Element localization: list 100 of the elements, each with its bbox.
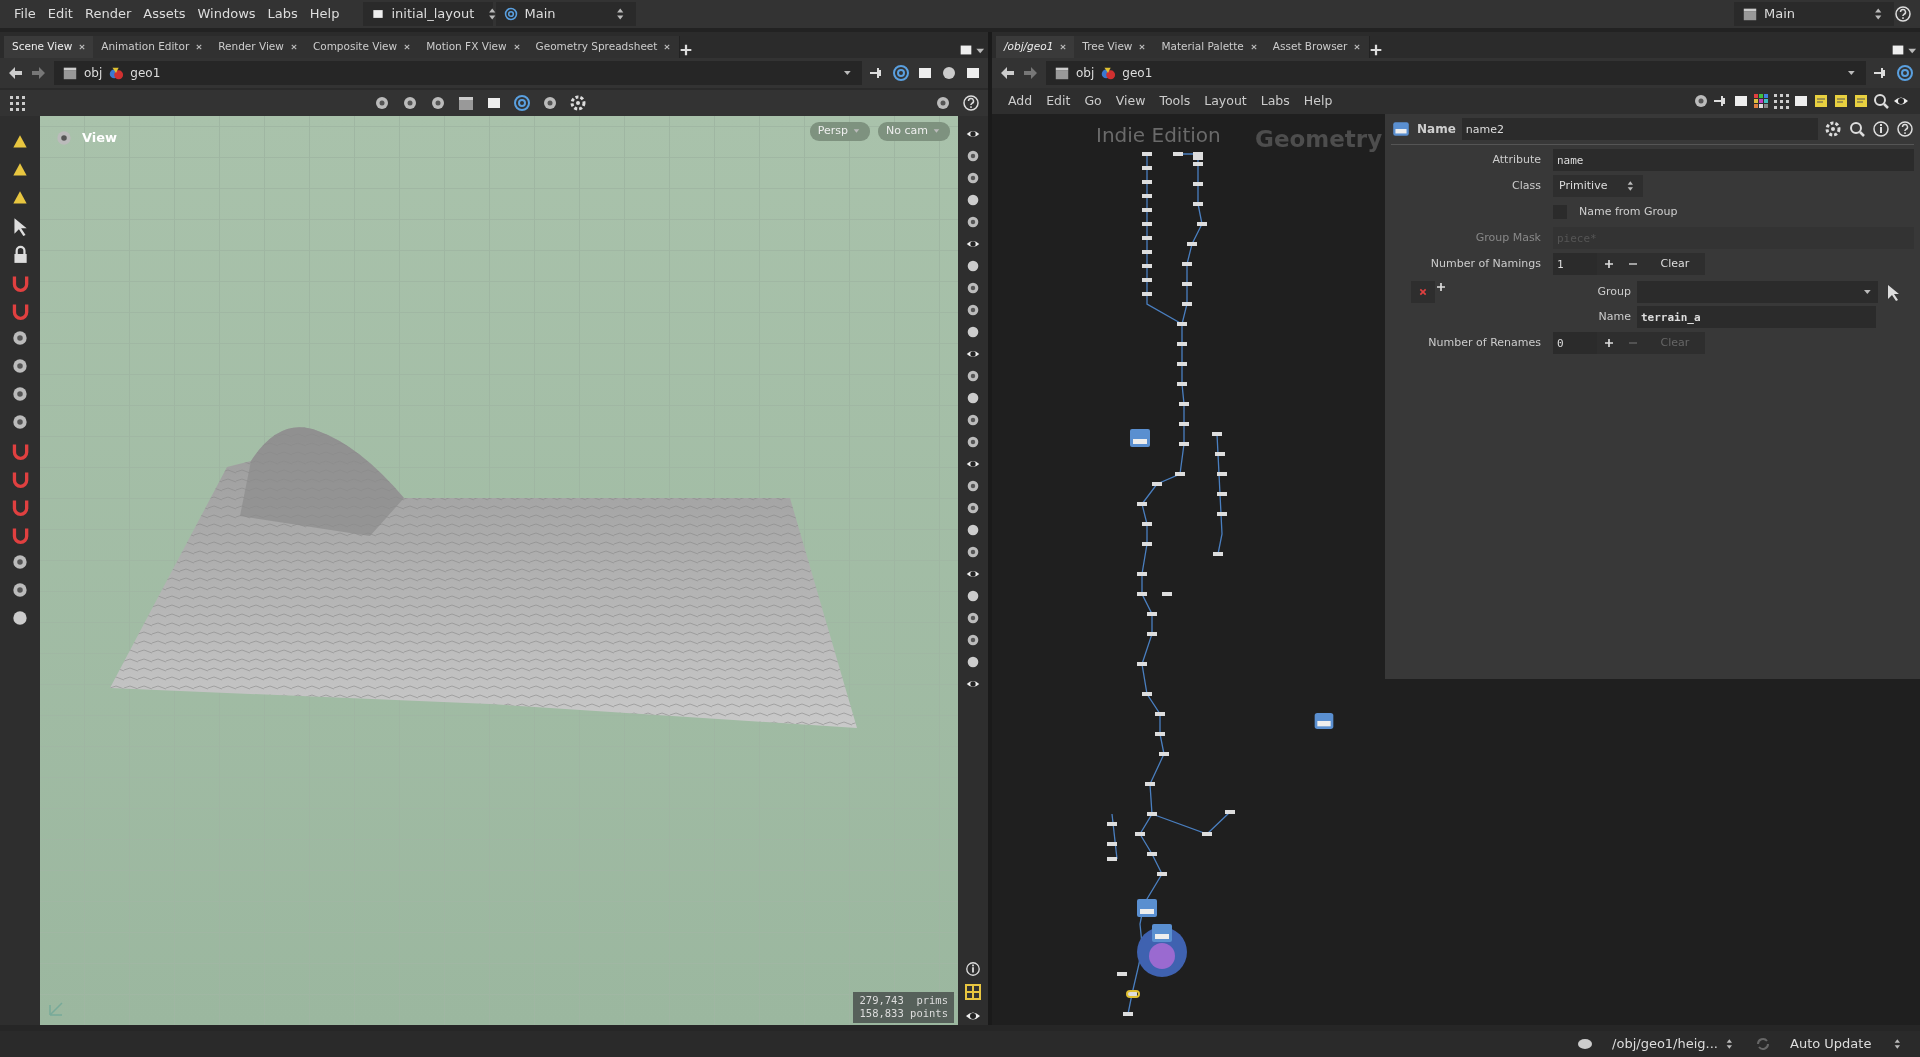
sphere-icon[interactable] bbox=[965, 390, 981, 406]
sticky-note-icon[interactable] bbox=[1812, 92, 1830, 110]
pane-tab[interactable]: Animation Editor bbox=[93, 36, 213, 58]
tool-icon[interactable] bbox=[965, 500, 981, 516]
network-node[interactable] bbox=[1173, 152, 1183, 156]
info-icon[interactable] bbox=[1872, 120, 1890, 138]
network-node[interactable] bbox=[1157, 872, 1167, 876]
network-node[interactable] bbox=[1217, 492, 1227, 496]
menu-item[interactable]: Edit bbox=[1040, 91, 1077, 111]
help-icon[interactable] bbox=[1894, 5, 1912, 23]
sphere-icon[interactable] bbox=[965, 588, 981, 604]
help-icon[interactable] bbox=[962, 94, 980, 112]
network-node[interactable] bbox=[1117, 972, 1127, 976]
network-node[interactable] bbox=[1142, 278, 1152, 282]
network-node[interactable] bbox=[1142, 194, 1152, 198]
grid-icon[interactable] bbox=[8, 94, 26, 112]
pane-tab[interactable]: Material Palette bbox=[1153, 36, 1267, 58]
network-node[interactable] bbox=[1225, 810, 1235, 814]
menu-item[interactable]: Go bbox=[1078, 91, 1108, 111]
node-icon[interactable] bbox=[1126, 990, 1140, 998]
network-node[interactable] bbox=[1142, 166, 1152, 170]
network-node[interactable] bbox=[1142, 208, 1152, 212]
pane-tab[interactable]: Render View bbox=[210, 36, 307, 58]
pane-tab[interactable]: Composite View bbox=[304, 36, 421, 58]
network-node[interactable] bbox=[1202, 832, 1212, 836]
network-node[interactable] bbox=[1213, 552, 1223, 556]
menu-item[interactable]: Labs bbox=[1254, 91, 1296, 111]
network-node[interactable] bbox=[1217, 472, 1227, 476]
menu-item[interactable]: Help bbox=[1297, 91, 1339, 111]
grid-icon[interactable] bbox=[1772, 92, 1790, 110]
node-icon[interactable] bbox=[1391, 119, 1411, 139]
tool-icon[interactable] bbox=[965, 302, 981, 318]
tool-icon[interactable] bbox=[965, 148, 981, 164]
tool-icon[interactable] bbox=[10, 580, 30, 600]
network-node[interactable] bbox=[1123, 1012, 1133, 1016]
menu-item[interactable]: Assets bbox=[137, 4, 192, 24]
network-node[interactable] bbox=[1179, 422, 1189, 426]
group-field[interactable] bbox=[1637, 281, 1878, 303]
menu-item[interactable]: Render bbox=[78, 4, 138, 24]
tool-icon[interactable] bbox=[965, 412, 981, 428]
network-node[interactable] bbox=[1155, 712, 1165, 716]
network-node[interactable] bbox=[1142, 152, 1152, 156]
network-node[interactable] bbox=[1162, 592, 1172, 596]
tool-icon[interactable] bbox=[10, 356, 30, 376]
tool-icon[interactable] bbox=[10, 412, 30, 432]
target-icon[interactable] bbox=[892, 64, 910, 82]
node-name-field[interactable]: name2 bbox=[1461, 118, 1818, 140]
gear-icon[interactable] bbox=[569, 94, 587, 112]
network-node[interactable] bbox=[1193, 156, 1203, 160]
tool-icon[interactable] bbox=[965, 280, 981, 296]
menu-item[interactable]: View bbox=[1109, 91, 1152, 111]
text-field[interactable]: terrain_a bbox=[1637, 306, 1876, 328]
forward-arrow-icon[interactable] bbox=[1022, 64, 1040, 82]
sphere-icon[interactable] bbox=[965, 258, 981, 274]
network-node[interactable] bbox=[1147, 632, 1157, 636]
network-node[interactable] bbox=[1147, 852, 1157, 856]
network-node[interactable] bbox=[1127, 992, 1137, 996]
network-node[interactable] bbox=[1142, 692, 1152, 696]
network-node[interactable] bbox=[1177, 362, 1187, 366]
info-icon[interactable] bbox=[965, 961, 981, 977]
network-node[interactable] bbox=[1193, 152, 1203, 156]
network-node[interactable] bbox=[1142, 250, 1152, 254]
palette-icon[interactable] bbox=[1752, 92, 1770, 110]
desktop-selector[interactable]: Main bbox=[1734, 2, 1894, 26]
network-node[interactable] bbox=[1152, 482, 1162, 486]
network-node[interactable] bbox=[1107, 842, 1117, 846]
clear-button[interactable]: Clear bbox=[1645, 253, 1705, 275]
network-node[interactable] bbox=[1137, 572, 1147, 576]
layout-selector[interactable]: initial_layout bbox=[363, 2, 494, 26]
menu-item[interactable]: Tools bbox=[1153, 91, 1197, 111]
tool-icon[interactable] bbox=[10, 384, 30, 404]
network-node[interactable] bbox=[1179, 402, 1189, 406]
menu-item[interactable]: Windows bbox=[191, 4, 262, 24]
network-node[interactable] bbox=[1147, 612, 1157, 616]
desktop-selector[interactable]: Main bbox=[496, 2, 637, 26]
tool-icon[interactable] bbox=[965, 434, 981, 450]
menu-item[interactable]: File bbox=[8, 4, 42, 24]
network-node[interactable] bbox=[1177, 322, 1187, 326]
pane-tab[interactable]: /obj/geo1 bbox=[996, 36, 1077, 58]
network-node[interactable] bbox=[1177, 342, 1187, 346]
network-node[interactable] bbox=[1193, 162, 1203, 166]
node-icon[interactable] bbox=[1152, 924, 1172, 942]
forward-arrow-icon[interactable] bbox=[30, 64, 48, 82]
tool-icon[interactable] bbox=[965, 478, 981, 494]
sphere-icon[interactable] bbox=[965, 192, 981, 208]
tool-icon[interactable] bbox=[965, 610, 981, 626]
search-icon[interactable] bbox=[1848, 120, 1866, 138]
network-node[interactable] bbox=[1212, 432, 1222, 436]
pane-tab[interactable]: Motion FX View bbox=[418, 36, 530, 58]
network-node[interactable] bbox=[1142, 222, 1152, 226]
gear-icon[interactable] bbox=[1824, 120, 1842, 138]
network-node[interactable] bbox=[1182, 262, 1192, 266]
pane-tab[interactable]: Geometry Spreadsheet bbox=[527, 36, 681, 58]
pane-tab[interactable]: Scene View bbox=[4, 36, 96, 58]
network-node[interactable] bbox=[1193, 182, 1203, 186]
menu-item[interactable]: Labs bbox=[261, 4, 304, 24]
tool-icon[interactable] bbox=[401, 94, 419, 112]
tool-icon[interactable] bbox=[429, 94, 447, 112]
tool-icon[interactable] bbox=[965, 632, 981, 648]
network-node[interactable] bbox=[1159, 752, 1169, 756]
